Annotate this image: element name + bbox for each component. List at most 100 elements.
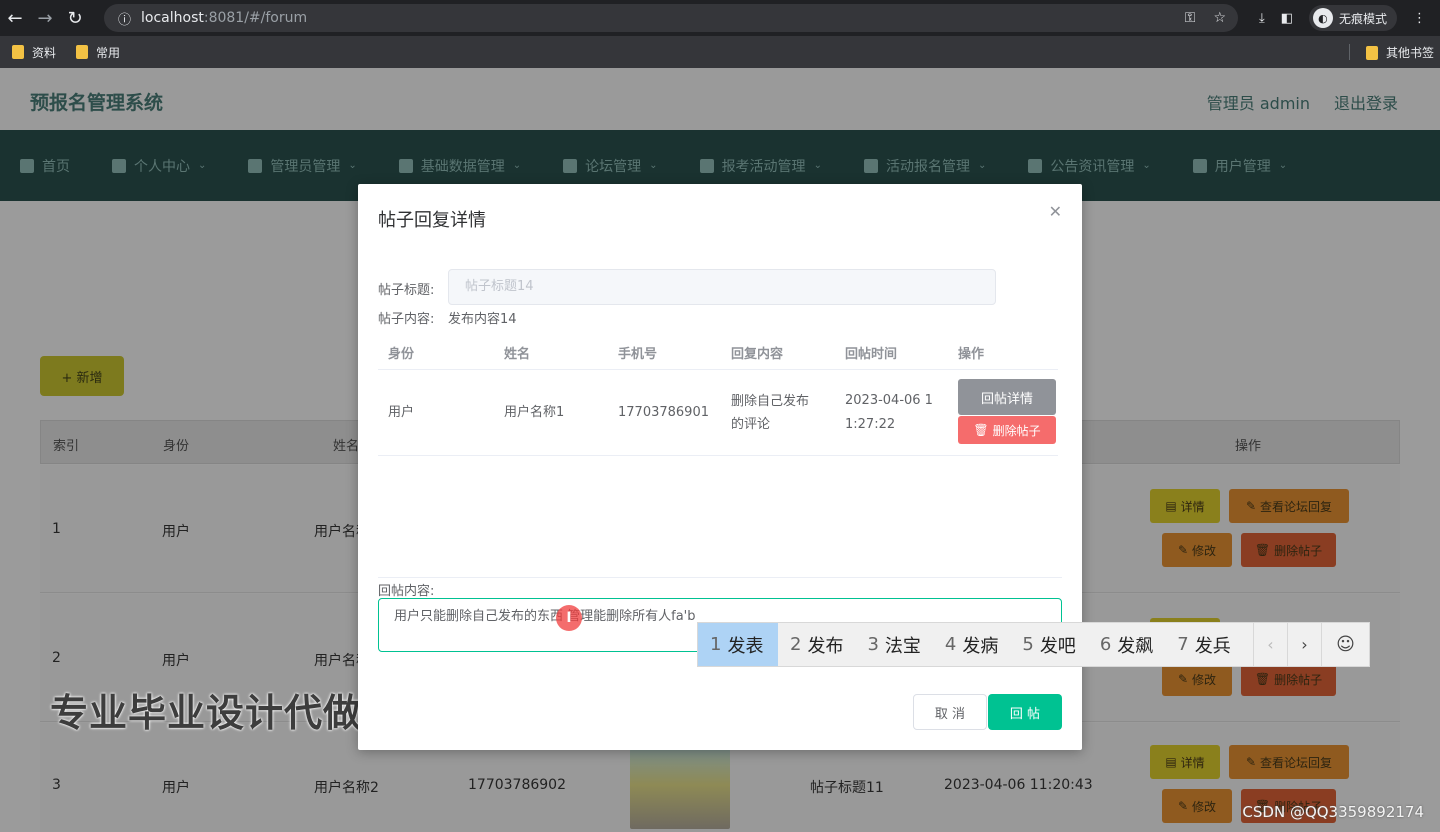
- nav-home[interactable]: 首页: [20, 156, 70, 176]
- ime-candidate[interactable]: 3 法宝: [855, 623, 932, 666]
- chevron-down-icon: ⌄: [649, 160, 658, 171]
- ime-candidate[interactable]: 1 发表: [698, 623, 778, 666]
- other-bookmarks[interactable]: 其他书签: [1365, 44, 1434, 61]
- ime-candidate[interactable]: 6 发飙: [1088, 623, 1165, 666]
- reload-icon[interactable]: ↻: [60, 3, 90, 33]
- add-button[interactable]: + 新增: [40, 356, 124, 396]
- chevron-left-icon[interactable]: ‹: [1253, 623, 1287, 666]
- csdn-watermark: CSDN @QQ3359892174: [1242, 803, 1424, 821]
- edit-icon: ✎: [1177, 672, 1189, 686]
- bookmark-folder[interactable]: 常用: [76, 44, 120, 61]
- close-icon[interactable]: ✕: [1049, 202, 1062, 221]
- bookmarks-bar: 资料 常用 其他书签: [0, 36, 1440, 68]
- detail-button[interactable]: ▤详情: [1150, 745, 1220, 779]
- address-bar[interactable]: ⓘ localhost:8081/#/forum ⚿ ☆: [104, 4, 1238, 32]
- forward-icon[interactable]: →: [30, 3, 60, 33]
- cancel-button[interactable]: 取 消: [913, 694, 987, 730]
- folder-icon: [1365, 45, 1378, 60]
- reply-phone: 17703786901: [618, 405, 709, 420]
- rt-th-phone: 手机号: [618, 347, 658, 362]
- post-image: [630, 749, 730, 829]
- reply-time-line2: 1:27:22: [845, 417, 896, 432]
- back-icon[interactable]: ←: [0, 3, 30, 33]
- ime-candidate[interactable]: 2 发布: [778, 623, 855, 666]
- ime-candidate[interactable]: 4 发病: [933, 623, 1010, 666]
- doc-icon: ▤: [1165, 755, 1177, 769]
- ime-candidate[interactable]: 5 发吧: [1010, 623, 1087, 666]
- trash-icon: 🗑: [973, 423, 989, 437]
- nav-forum[interactable]: 论坛管理 ⌄: [563, 156, 658, 176]
- row-post-title: 帖子标题11: [810, 780, 884, 796]
- incognito-badge[interactable]: ◐ 无痕模式: [1308, 5, 1397, 31]
- reply-identity: 用户: [388, 405, 415, 420]
- nav-signup[interactable]: 活动报名管理 ⌄: [863, 156, 987, 176]
- submit-reply-button[interactable]: 回 帖: [988, 694, 1062, 730]
- edit-button[interactable]: ✎ 修改: [1162, 662, 1232, 696]
- row-index: 2: [52, 650, 61, 666]
- sidepanel-icon[interactable]: ◧: [1281, 11, 1293, 26]
- chevron-right-icon[interactable]: ›: [1287, 623, 1321, 666]
- chevron-down-icon: ⌄: [813, 160, 822, 171]
- post-content-value: 发布内容14: [448, 312, 517, 327]
- ime-candidate-bar: 1 发表 2 发布 3 法宝 4 发病 5 发吧 6 发飙 7 发兵 ‹ › ☺: [697, 622, 1370, 667]
- reply-content-label: 回帖内容:: [378, 584, 435, 599]
- th-name: 姓名: [333, 439, 360, 454]
- folder-icon: [12, 45, 24, 59]
- nav-news[interactable]: 公告资讯管理 ⌄: [1028, 156, 1151, 176]
- edit-button[interactable]: ✎ 修改: [1162, 789, 1232, 823]
- ime-candidate[interactable]: 7 发兵: [1165, 623, 1242, 666]
- delete-button[interactable]: 🗑 删除帖子: [1241, 533, 1336, 567]
- star-icon[interactable]: ☆: [1213, 10, 1226, 26]
- reply-delete-button[interactable]: 🗑 删除帖子: [958, 416, 1056, 444]
- download-icon[interactable]: ⤓: [1259, 11, 1265, 26]
- reply-content-line1: 删除自己发布: [731, 394, 810, 409]
- divider: [378, 577, 1062, 578]
- logout-link[interactable]: 退出登录: [1334, 90, 1398, 114]
- chevron-down-icon: ⌄: [1142, 160, 1151, 171]
- edit-button[interactable]: ✎ 修改: [1162, 533, 1232, 567]
- row-index: 3: [52, 777, 61, 793]
- menu-icon[interactable]: ⋮: [1413, 11, 1426, 26]
- text-cursor-icon: I: [556, 605, 582, 631]
- doc-icon: ▤: [1165, 499, 1177, 513]
- home-icon: [20, 158, 34, 173]
- chevron-down-icon: ⌄: [348, 160, 357, 171]
- send-icon: [863, 158, 878, 173]
- nav-users[interactable]: 用户管理 ⌄: [1192, 156, 1288, 176]
- edit-icon: ✎: [1245, 755, 1257, 769]
- url-path: :8081/#/forum: [203, 10, 308, 26]
- trash-icon: 🗑: [1254, 672, 1271, 686]
- emoji-icon[interactable]: ☺: [1321, 623, 1369, 666]
- edit-icon: ✎: [1177, 543, 1189, 557]
- chart-icon: [563, 158, 578, 173]
- view-replies-button[interactable]: ✎ 查看论坛回复: [1229, 489, 1349, 523]
- post-title-field[interactable]: 帖子标题14: [448, 269, 996, 305]
- watermark-text: 专业毕业设计代做: [50, 691, 363, 735]
- view-replies-button[interactable]: ✎ 查看论坛回复: [1229, 745, 1349, 779]
- divider: [1349, 44, 1350, 60]
- user-manage-icon: [1192, 158, 1207, 173]
- browser-toolbar: ← → ↻ ⓘ localhost:8081/#/forum ⚿ ☆ ⤓ ◧ ◐…: [0, 0, 1440, 36]
- rt-th-content: 回复内容: [731, 347, 784, 362]
- rt-th-time: 回帖时间: [845, 347, 898, 362]
- key-icon[interactable]: ⚿: [1185, 10, 1196, 26]
- detail-button[interactable]: ▤详情: [1150, 489, 1220, 523]
- th-index: 索引: [53, 439, 80, 454]
- nav-profile[interactable]: 个人中心 ⌄: [112, 156, 206, 176]
- nav-exam-activity[interactable]: 报考活动管理 ⌄: [699, 156, 822, 176]
- chevron-down-icon: ⌄: [977, 160, 987, 171]
- rt-th-actions: 操作: [958, 347, 985, 362]
- nav-admin[interactable]: 管理员管理 ⌄: [248, 156, 357, 176]
- chevron-down-icon: ⌄: [1278, 160, 1288, 171]
- info-icon[interactable]: ⓘ: [118, 9, 131, 28]
- delete-button[interactable]: 🗑 删除帖子: [1241, 662, 1336, 696]
- edit-icon: ✎: [1177, 799, 1189, 813]
- chevron-down-icon: ⌄: [512, 160, 522, 171]
- bookmark-folder[interactable]: 资料: [12, 44, 56, 61]
- reply-name: 用户名称1: [504, 405, 565, 420]
- app-title: 预报名管理系统: [30, 92, 164, 114]
- row-name: 用户名称2: [314, 780, 379, 796]
- reply-detail-button[interactable]: 回帖详情: [958, 379, 1056, 415]
- nav-basic-data[interactable]: 基础数据管理 ⌄: [398, 156, 522, 176]
- list-icon: [248, 158, 263, 173]
